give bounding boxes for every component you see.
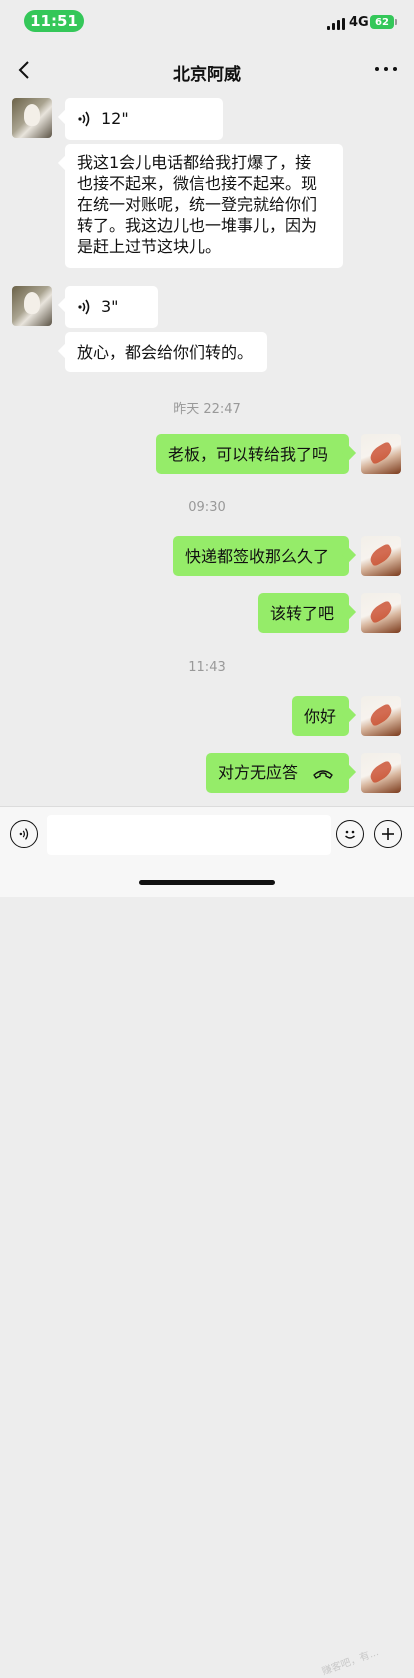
- voice-duration: 12": [101, 109, 129, 128]
- call-record-message[interactable]: 对方无应答: [206, 753, 349, 793]
- message-timestamp: 昨天 22:47: [173, 402, 241, 417]
- text-message[interactable]: 我这1会儿电话都给我打爆了，接 也接不起来，微信也接不起来。现 在统一对账呢，统…: [65, 144, 343, 268]
- voice-wave-icon: [78, 111, 90, 127]
- message-line: 是赶上过节这块儿。: [77, 237, 222, 256]
- voice-wave-icon: [78, 299, 90, 315]
- more-icon[interactable]: [374, 66, 398, 74]
- plus-sign-icon: [382, 828, 394, 840]
- voice-input-toggle-icon[interactable]: [10, 820, 38, 848]
- voice-message[interactable]: 12": [65, 98, 223, 140]
- voice-message[interactable]: 3": [65, 286, 158, 328]
- plus-icon[interactable]: [374, 820, 402, 848]
- message-input[interactable]: [47, 815, 331, 855]
- network-type: 4G: [349, 15, 369, 30]
- contact-avatar[interactable]: [12, 98, 52, 138]
- status-time[interactable]: 11:51: [24, 10, 84, 32]
- chat-area[interactable]: 12" 我这1会儿电话都给我打爆了，接 也接不起来，微信也接不起来。现 在统一对…: [0, 96, 414, 806]
- watermark-text: 赚客吧，有...: [320, 1647, 381, 1678]
- text-message[interactable]: 放心，都会给你们转的。: [65, 332, 267, 372]
- chat-title: 北京阿威: [173, 65, 241, 85]
- message-line: 我这1会儿电话都给我打爆了，接: [77, 153, 312, 172]
- text-message[interactable]: 老板，可以转给我了吗: [156, 434, 349, 474]
- emoji-icon[interactable]: [336, 820, 364, 848]
- voice-wave-icon: [19, 828, 29, 840]
- status-bar: 11:51 4G 62: [0, 0, 414, 44]
- contact-avatar[interactable]: [12, 286, 52, 326]
- call-status-text: 对方无应答: [218, 763, 299, 782]
- message-line: 也接不起来，微信也接不起来。现: [77, 174, 318, 193]
- my-avatar[interactable]: [361, 753, 401, 793]
- message-line: 转了。我这边儿也一堆事儿，因为: [77, 216, 318, 235]
- message-timestamp: 09:30: [188, 500, 226, 515]
- message-line: 在统一对账呢，统一登完就给你们: [77, 195, 318, 214]
- voice-duration: 3": [101, 297, 119, 316]
- smile-face-icon: [345, 830, 355, 839]
- phone-hangup-icon: [313, 770, 333, 779]
- text-message[interactable]: 该转了吧: [258, 593, 349, 633]
- message-timestamp: 11:43: [188, 660, 226, 675]
- my-avatar[interactable]: [361, 696, 401, 736]
- signal-icon: [327, 18, 345, 30]
- my-avatar[interactable]: [361, 536, 401, 576]
- my-avatar[interactable]: [361, 593, 401, 633]
- text-message[interactable]: 你好: [292, 696, 349, 736]
- nav-bar: 北京阿威: [0, 44, 414, 96]
- home-indicator[interactable]: [139, 880, 275, 885]
- my-avatar[interactable]: [361, 434, 401, 474]
- text-message[interactable]: 快递都签收那么久了: [173, 536, 349, 576]
- battery-icon: 62: [370, 15, 397, 29]
